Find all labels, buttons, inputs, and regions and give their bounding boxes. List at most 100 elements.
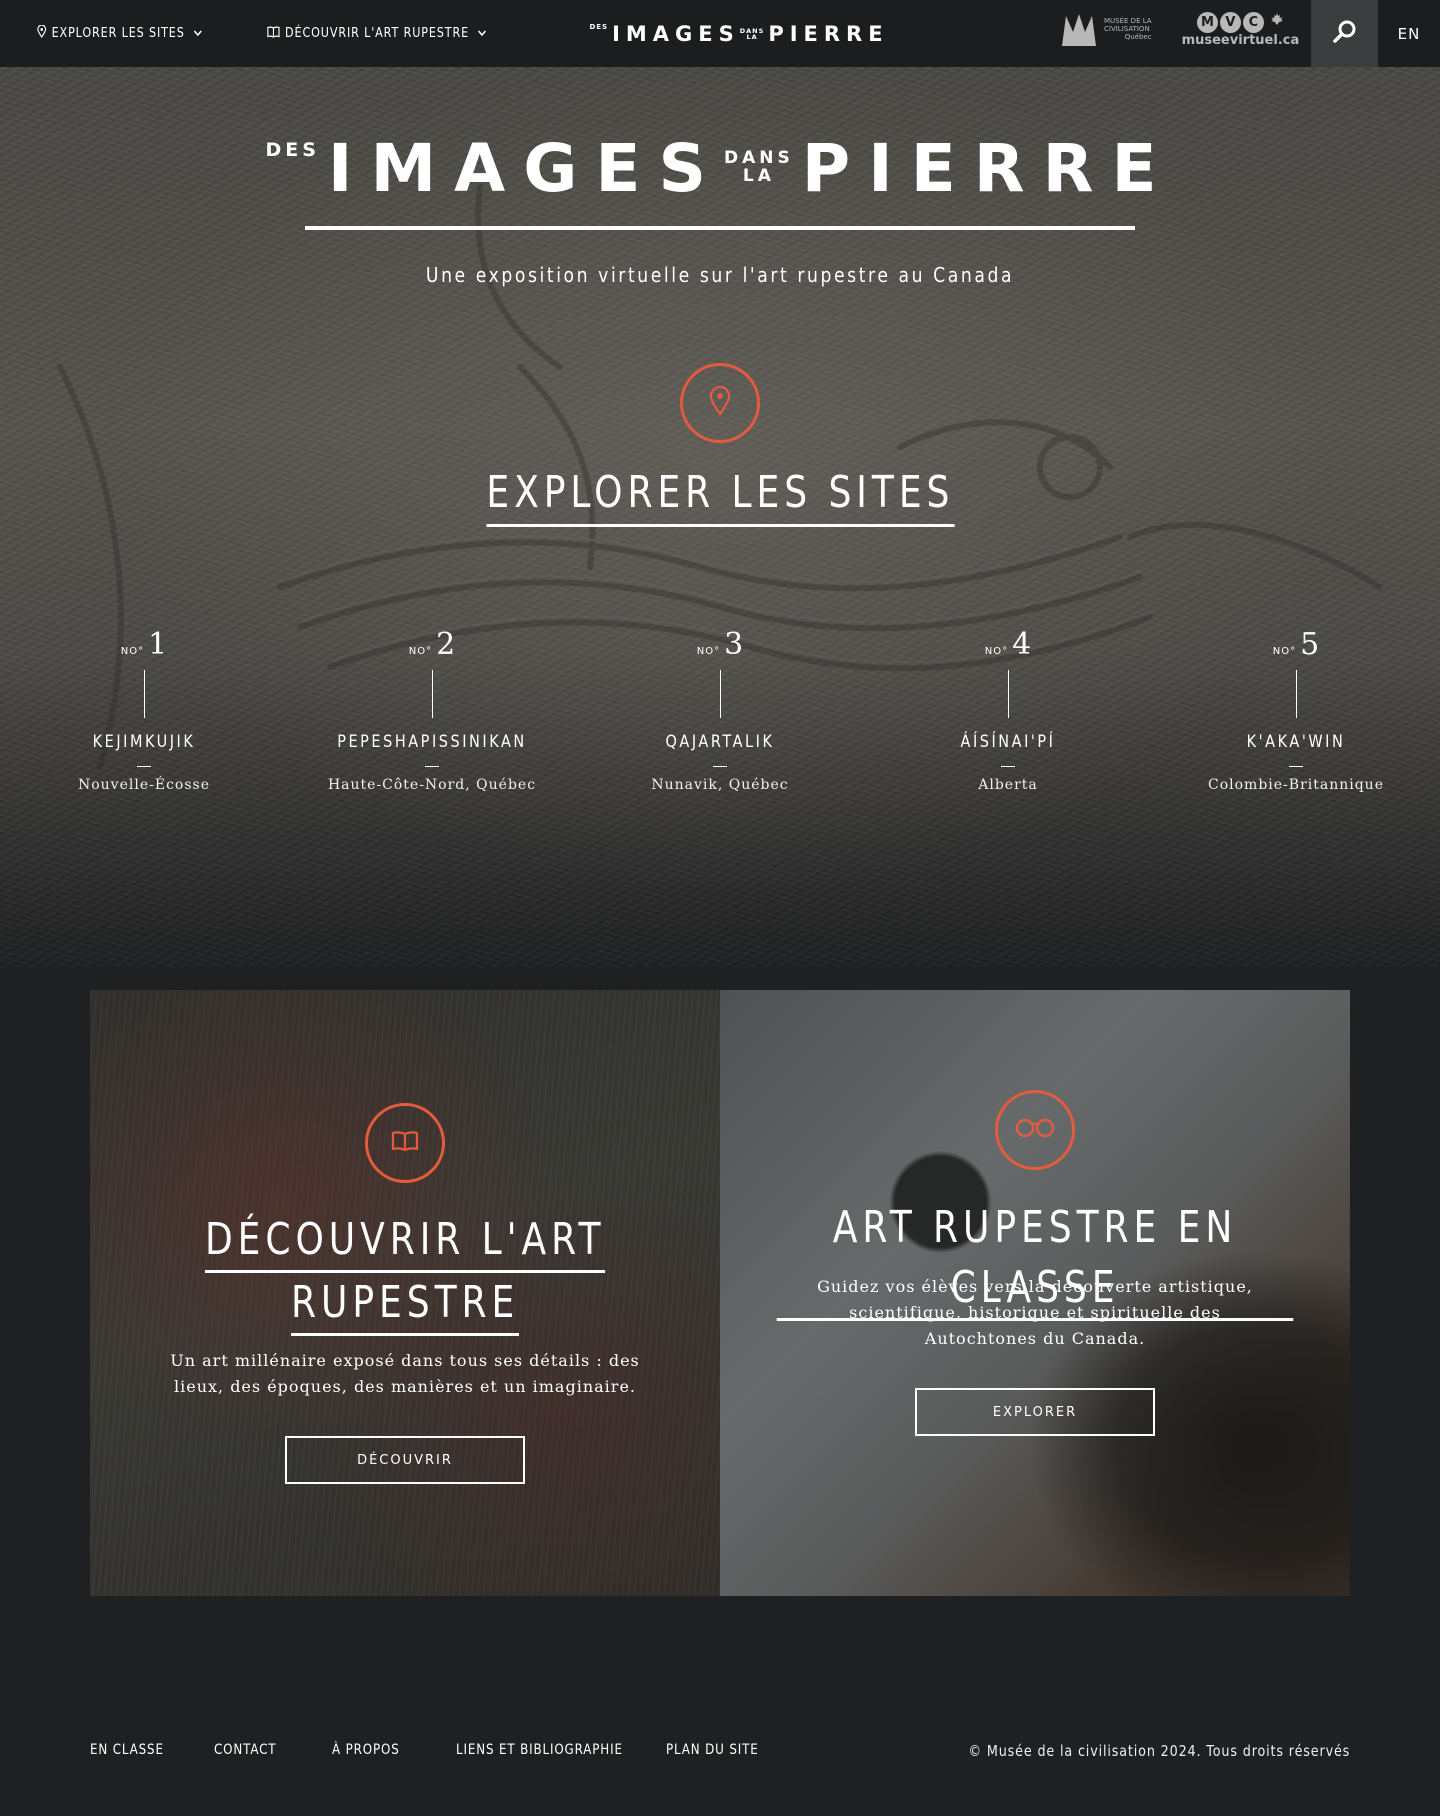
mvc-letter-v: V [1219, 12, 1241, 33]
site-region: Haute-Côte-Nord, Québec [327, 777, 537, 793]
mcq-line3: Québec [1124, 32, 1152, 41]
nav-decouvrir-art[interactable]: DÉCOUVRIR L'ART RUPESTRE [267, 26, 486, 42]
explore-sites-label: EXPLORER LES SITES [485, 467, 954, 527]
logo-dans-la: DANS LA [740, 27, 765, 41]
site-number-prefix: NO° [408, 646, 433, 657]
card-decouvrir-text: Un art millénaire exposé dans tous ses d… [170, 1351, 640, 1396]
hero-pin-circle [680, 363, 760, 443]
site-name: ÁÍSÍNAI'PÍ [960, 732, 1056, 752]
card-icon-circle [995, 1090, 1075, 1170]
card-en-classe: ART RUPESTRE EN CLASSE Guidez vos élèves… [720, 990, 1350, 1596]
logo-la: LA [746, 33, 758, 41]
site-dash [425, 766, 439, 767]
hero-title-des: DES [265, 139, 320, 161]
site-number-prefix: NO° [1272, 646, 1297, 657]
explorer-button[interactable]: EXPLORER [915, 1388, 1155, 1436]
mvc-letter-c: C [1242, 12, 1264, 33]
footer-link-liens-bibliographie[interactable]: LIENS ET BIBLIOGRAPHIE [456, 1742, 623, 1758]
feature-cards: DÉCOUVRIR L'ART RUPESTRE Un art millénai… [90, 990, 1350, 1596]
site-number-prefix: NO° [120, 646, 145, 657]
footer-link-plan-du-site[interactable]: PLAN DU SITE [666, 1742, 759, 1758]
site-dash [137, 766, 151, 767]
nav-explorer-sites-label: EXPLORER LES SITES [51, 26, 185, 41]
site-connector [719, 670, 721, 718]
site-connector [143, 670, 145, 718]
language-toggle[interactable]: EN [1378, 0, 1440, 67]
footer-link-contact[interactable]: CONTACT [214, 1742, 276, 1758]
search-icon [1332, 19, 1358, 48]
nav-decouvrir-art-label: DÉCOUVRIR L'ART RUPESTRE [284, 26, 469, 41]
site-region: Colombie-Britannique [1208, 777, 1384, 793]
musee-virtuel-logo[interactable]: M V C museevirtuel.ca [1181, 12, 1300, 48]
card-decouvrir: DÉCOUVRIR L'ART RUPESTRE Un art millénai… [90, 990, 720, 1596]
site-number: NO° 4 [888, 627, 1128, 662]
card-decouvrir-title[interactable]: DÉCOUVRIR L'ART RUPESTRE [90, 1210, 720, 1336]
book-icon [267, 26, 280, 42]
site-name: PEPESHAPISSINIKAN [337, 732, 527, 752]
mcq-text: MUSÉE DE LA CIVILISATION Québec [1104, 18, 1152, 41]
mvc-circles: M V C [1196, 12, 1284, 33]
site-region: Nouvelle-Écosse [77, 777, 210, 793]
site-number-value: 1 [148, 627, 168, 662]
maple-leaf-icon [1270, 12, 1284, 33]
site-region: Nunavik, Québec [651, 777, 789, 793]
footer-link-a-propos[interactable]: À PROPOS [332, 1742, 400, 1758]
site-item[interactable]: NO° 3 QAJARTALIK Nunavik, Québec [600, 627, 840, 793]
site-number: NO° 1 [24, 627, 264, 662]
site-connector [1295, 670, 1297, 718]
site-logo[interactable]: DES IMAGES DANS LA PIERRE [589, 22, 882, 46]
hero-title-dans-la: DANS LA [724, 149, 794, 186]
map-pin-icon [37, 24, 47, 42]
explore-sites-link[interactable]: EXPLORER LES SITES [0, 467, 1440, 527]
musee-civilisation-logo[interactable]: MUSÉE DE LA CIVILISATION Québec [1060, 12, 1152, 48]
logo-des: DES [589, 23, 609, 31]
site-number-value: 4 [1012, 627, 1032, 662]
site-connector [431, 670, 433, 718]
mcq-mark-icon [1062, 14, 1096, 46]
sites-list: NO° 1 KEJIMKUJIK Nouvelle-Écosse NO° 2 PEP… [0, 627, 1440, 793]
site-number-prefix: NO° [984, 646, 1009, 657]
hero-title-pierre: PIERRE [801, 129, 1175, 207]
hero-title-rule [305, 226, 1135, 230]
main-nav: EXPLORER LES SITES DÉCOUVRIR L'ART RUPES… [37, 0, 560, 67]
site-number-value: 3 [724, 627, 744, 662]
site-region: Alberta [978, 777, 1038, 793]
card-title-line: DÉCOUVRIR L'ART [204, 1210, 606, 1273]
site-footer: EN CLASSE CONTACT À PROPOS LIENS ET BIBL… [0, 1730, 1440, 1775]
site-name: QAJARTALIK [665, 732, 775, 752]
site-item[interactable]: NO° 1 KEJIMKUJIK Nouvelle-Écosse [24, 627, 264, 793]
site-connector [1007, 670, 1009, 718]
copyright-text: © Musée de la civilisation 2024. Tous dr… [968, 1742, 1350, 1760]
logo-pierre: PIERRE [768, 22, 889, 46]
site-number: NO° 2 [312, 627, 552, 662]
site-number-value: 2 [436, 627, 456, 662]
logo-images: IMAGES [612, 22, 740, 46]
site-number-value: 5 [1300, 627, 1320, 662]
decouvrir-button[interactable]: DÉCOUVRIR [285, 1436, 525, 1484]
site-number: NO° 5 [1176, 627, 1416, 662]
hero-title: DES IMAGES DANS LA PIERRE [265, 130, 1156, 207]
site-number-prefix: NO° [696, 646, 721, 657]
site-name: KEJIMKUJIK [92, 732, 196, 752]
open-book-icon [391, 1130, 419, 1157]
site-item[interactable]: NO° 4 ÁÍSÍNAI'PÍ Alberta [888, 627, 1128, 793]
nav-explorer-sites[interactable]: EXPLORER LES SITES [37, 24, 202, 42]
mvc-domain: museevirtuel.ca [1181, 33, 1300, 48]
search-button[interactable] [1311, 0, 1378, 67]
card-icon-circle [365, 1103, 445, 1183]
site-item[interactable]: NO° 5 K'AKA'WIN Colombie-Britannique [1176, 627, 1416, 793]
card-title-line: RUPESTRE [290, 1273, 520, 1336]
chevron-down-icon [477, 27, 486, 40]
mvc-letter-m: M [1196, 12, 1218, 33]
partner-logos: MUSÉE DE LA CIVILISATION Québec M V C mu… [1060, 12, 1299, 48]
site-dash [1289, 766, 1303, 767]
site-dash [713, 766, 727, 767]
site-item[interactable]: NO° 2 PEPESHAPISSINIKAN Haute-Côte-Nord, … [312, 627, 552, 793]
hero-subtitle: Une exposition virtuelle sur l'art rupes… [425, 263, 1015, 287]
hero-title-la: LA [742, 166, 775, 186]
site-number: NO° 3 [600, 627, 840, 662]
site-name: K'AKA'WIN [1246, 732, 1346, 752]
card-en-classe-text: Guidez vos élèves vers la découverte art… [817, 1277, 1253, 1348]
footer-link-en-classe[interactable]: EN CLASSE [90, 1742, 164, 1758]
site-dash [1001, 766, 1015, 767]
